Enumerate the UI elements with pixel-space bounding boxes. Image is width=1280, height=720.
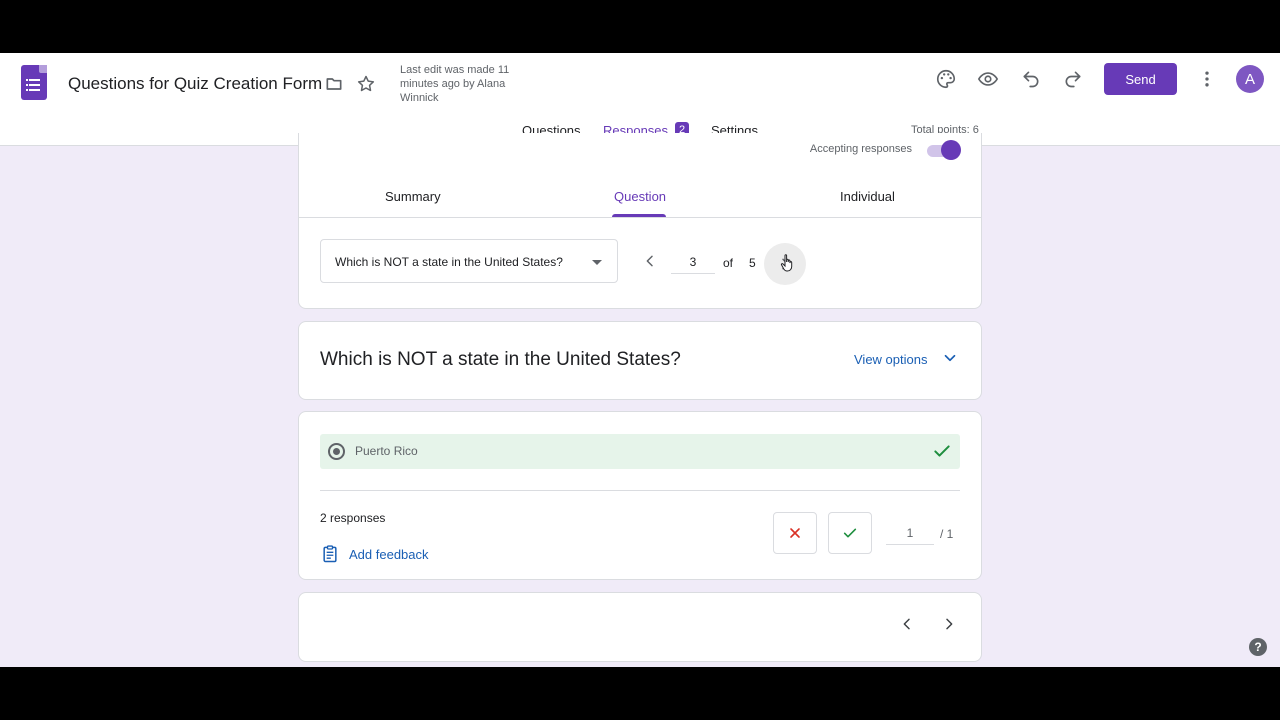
tab-individual[interactable]: Individual — [840, 189, 895, 204]
document-title[interactable]: Questions for Quiz Creation Form — [68, 74, 322, 94]
mark-correct-button[interactable] — [828, 512, 872, 554]
prev-response-button[interactable] — [895, 612, 919, 636]
score-input[interactable]: 1 — [886, 526, 934, 545]
star-icon[interactable] — [354, 72, 378, 96]
add-feedback-label: Add feedback — [349, 546, 429, 562]
clipboard-icon — [323, 545, 337, 563]
send-button[interactable]: Send — [1104, 63, 1177, 95]
tab-question[interactable]: Question — [614, 189, 666, 204]
score-max: / 1 — [940, 527, 954, 541]
correct-check-icon — [932, 441, 952, 466]
question-card: Which is NOT a state in the United State… — [298, 321, 982, 400]
of-label: of — [723, 256, 734, 270]
toggle-knob[interactable] — [941, 140, 961, 160]
more-vert-icon[interactable] — [1195, 67, 1219, 91]
add-feedback-button[interactable]: Add feedback — [320, 544, 429, 564]
forms-editor: Questions for Quiz Creation Form Last ed… — [0, 53, 1280, 667]
last-edit-link[interactable]: Last edit was made 11 minutes ago by Ala… — [400, 63, 530, 105]
account-avatar[interactable]: A — [1236, 65, 1264, 93]
response-count: 2 responses — [320, 511, 386, 525]
question-title: Which is NOT a state in the United State… — [320, 349, 681, 370]
redo-icon[interactable] — [1061, 67, 1085, 91]
chevron-left-icon — [646, 255, 653, 267]
mark-incorrect-button[interactable] — [773, 512, 817, 554]
divider — [320, 490, 960, 491]
answer-option: Puerto Rico — [320, 434, 960, 469]
dropdown-caret-icon — [592, 260, 602, 265]
chevron-left-icon — [903, 618, 910, 630]
answer-card: Puerto Rico 2 responses Add feedback 1 /… — [298, 411, 982, 580]
radio-selected-icon — [328, 443, 345, 460]
undo-icon[interactable] — [1019, 67, 1043, 91]
eye-icon[interactable] — [976, 67, 1000, 91]
view-options-button[interactable]: View options — [854, 352, 927, 367]
close-icon — [790, 528, 800, 538]
hand-cursor-icon — [780, 253, 796, 278]
answer-option-label: Puerto Rico — [355, 444, 418, 458]
forms-logo-icon[interactable] — [21, 65, 47, 100]
next-response-button[interactable] — [937, 612, 961, 636]
check-icon — [843, 528, 857, 538]
palette-icon[interactable] — [934, 67, 958, 91]
folder-icon[interactable] — [322, 72, 346, 96]
divider — [299, 217, 981, 218]
tab-summary[interactable]: Summary — [385, 189, 441, 204]
question-select-dropdown[interactable]: Which is NOT a state in the United State… — [320, 239, 618, 283]
accepting-responses-label: Accepting responses — [809, 143, 912, 155]
help-icon[interactable]: ? — [1249, 638, 1267, 656]
question-number-input[interactable]: 3 — [671, 255, 715, 274]
chevron-right-icon — [946, 618, 953, 630]
response-pager-card — [298, 592, 982, 662]
selected-question: Which is NOT a state in the United State… — [335, 255, 563, 269]
chevron-down-icon[interactable] — [941, 349, 959, 372]
responses-nav-card: Accepting responses Summary Question Ind… — [298, 133, 982, 309]
prev-question-button[interactable] — [638, 249, 662, 273]
question-total: 5 — [749, 256, 756, 270]
